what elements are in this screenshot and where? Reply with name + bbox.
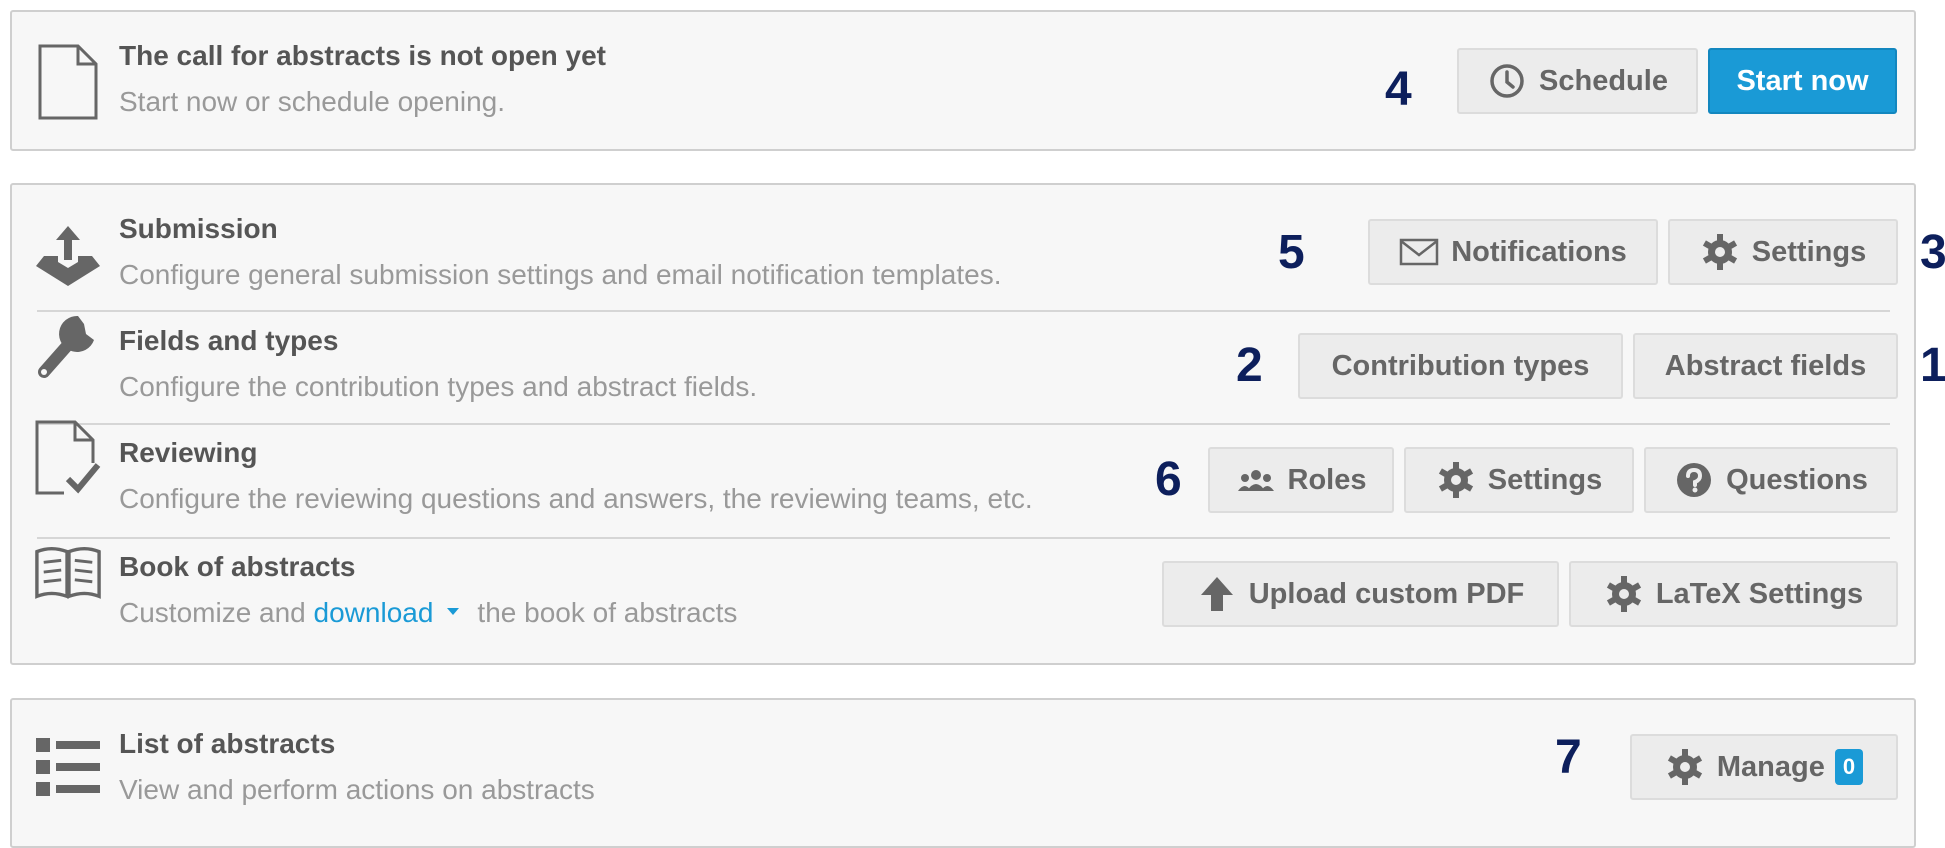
upload-custom-pdf-label: Upload custom PDF (1248, 577, 1525, 610)
cfa-description: Start now or schedule opening. (119, 86, 506, 117)
questions-button[interactable]: Questions (1644, 447, 1898, 513)
callout-1: 1 (1920, 339, 1945, 392)
caret-down-icon (447, 608, 460, 616)
callout-4: 4 (1385, 63, 1412, 116)
callout-3: 3 (1920, 226, 1945, 279)
questions-label: Questions (1726, 463, 1868, 496)
book-description: Customize and download the book of abstra… (119, 597, 737, 629)
contribution-types-label: Contribution types (1331, 349, 1590, 382)
gear-icon (1604, 574, 1644, 614)
latex-settings-button[interactable]: LaTeX Settings (1569, 561, 1898, 627)
abstract-count-badge: 0 (1834, 749, 1864, 785)
schedule-label: Schedule (1539, 64, 1668, 97)
notifications-button[interactable]: Notifications (1368, 219, 1658, 285)
manage-label: Manage (1716, 750, 1825, 783)
upload-custom-pdf-button[interactable]: Upload custom PDF (1162, 561, 1559, 627)
reviewing-settings-button[interactable]: Settings (1404, 447, 1634, 513)
list-panel: List of abstracts View and perform actio… (10, 698, 1916, 848)
latex-settings-label: LaTeX Settings (1655, 577, 1864, 610)
wrench-icon (34, 302, 102, 392)
list-title: List of abstracts (119, 728, 336, 759)
gear-icon (1436, 460, 1476, 500)
list-icon (34, 722, 102, 812)
callout-6: 6 (1155, 453, 1182, 506)
abstract-fields-button[interactable]: Abstract fields (1633, 333, 1898, 399)
abstract-fields-label: Abstract fields (1664, 349, 1867, 382)
start-now-label: Start now (1736, 64, 1869, 97)
gear-icon (1700, 232, 1740, 272)
cfa-panel: The call for abstracts is not open yet S… (10, 10, 1916, 151)
contribution-types-button[interactable]: Contribution types (1298, 333, 1623, 399)
open-book-icon (34, 528, 102, 618)
row-divider (37, 423, 1890, 425)
arrow-up-icon (1197, 574, 1237, 614)
roles-label: Roles (1287, 463, 1367, 496)
list-description: View and perform actions on abstracts (119, 774, 595, 805)
fields-description: Configure the contribution types and abs… (119, 371, 758, 402)
submission-settings-button[interactable]: Settings (1668, 219, 1898, 285)
document-icon (34, 37, 102, 127)
gear-icon (1665, 747, 1705, 787)
submission-description: Configure general submission settings an… (119, 259, 1002, 290)
download-dropdown-link[interactable]: download (314, 597, 478, 628)
download-link-label: download (313, 597, 434, 628)
envelope-icon (1399, 232, 1439, 272)
submission-title: Submission (119, 213, 278, 244)
row-divider (37, 310, 1890, 312)
configuration-panel: Submission Configure general submission … (10, 183, 1916, 665)
row-divider (37, 537, 1890, 539)
start-now-button[interactable]: Start now (1708, 48, 1897, 114)
book-title: Book of abstracts (119, 551, 356, 582)
book-desc-after: the book of abstracts (477, 597, 738, 628)
book-desc-before: Customize and (119, 597, 306, 628)
reviewing-settings-label: Settings (1487, 463, 1603, 496)
question-circle-icon (1674, 460, 1714, 500)
document-check-icon (34, 413, 102, 503)
upload-tray-icon (34, 212, 102, 302)
fields-title: Fields and types (119, 325, 339, 356)
submission-settings-label: Settings (1751, 235, 1867, 268)
schedule-button[interactable]: Schedule (1457, 48, 1698, 114)
clock-icon (1487, 61, 1527, 101)
users-icon (1236, 460, 1276, 500)
callout-2: 2 (1236, 339, 1263, 392)
cfa-title: The call for abstracts is not open yet (119, 40, 607, 71)
reviewing-title: Reviewing (119, 437, 258, 468)
callout-5: 5 (1278, 226, 1305, 279)
roles-button[interactable]: Roles (1208, 447, 1394, 513)
reviewing-description: Configure the reviewing questions and an… (119, 483, 1033, 514)
manage-button[interactable]: Manage 0 (1630, 734, 1898, 800)
callout-7: 7 (1555, 731, 1582, 784)
notifications-label: Notifications (1451, 235, 1627, 268)
